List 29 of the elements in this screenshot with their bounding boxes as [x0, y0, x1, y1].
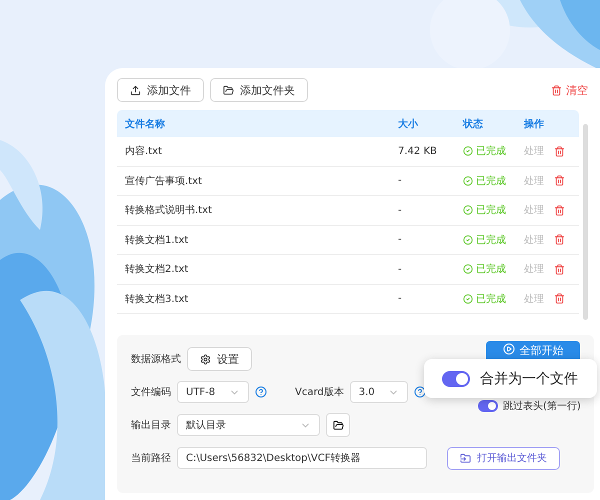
table-cell-text: 内容.txt — [125, 144, 163, 158]
status-label: 已完成 — [463, 292, 524, 306]
field-label: 文件编码 — [131, 386, 171, 399]
column-header: 状态 — [463, 118, 484, 130]
toggle-label: 合并为一个文件 — [480, 370, 578, 388]
table-cell-text: - — [398, 234, 403, 246]
column-header: 操作 — [524, 118, 545, 130]
table-cell-text: 转换格式说明书.txt — [125, 204, 213, 218]
table-cell-text: - — [398, 204, 403, 216]
table-cell-text: 7.42 KB — [398, 146, 438, 157]
table-cell-text: 转换文档3.txt — [125, 292, 190, 306]
field-label: Vcard版本 — [295, 386, 344, 399]
status-label: 已完成 — [463, 144, 524, 158]
toggle-label: 跳过表头(第一行) — [503, 400, 581, 413]
status-label: 已完成 — [463, 174, 524, 188]
table-cell-text: - — [398, 293, 403, 304]
status-label: 已完成 — [463, 262, 524, 276]
field-label: 当前路径 — [131, 452, 171, 465]
status-label: 已完成 — [463, 232, 524, 247]
column-header: 大小 — [398, 118, 419, 130]
table-cell-text: 转换文档1.txt — [125, 234, 190, 247]
status-label: 已完成 — [463, 203, 524, 218]
field-label: 输出目录 — [131, 418, 171, 432]
table-cell-text: - — [398, 264, 403, 275]
column-header: 文件名称 — [125, 118, 166, 130]
table-cell-text: - — [398, 175, 403, 186]
field-label: 数据源格式 — [131, 352, 181, 366]
table-cell-text: 宣传广告事项.txt — [125, 174, 203, 188]
table-cell-text: 转换文档2.txt — [125, 262, 190, 276]
